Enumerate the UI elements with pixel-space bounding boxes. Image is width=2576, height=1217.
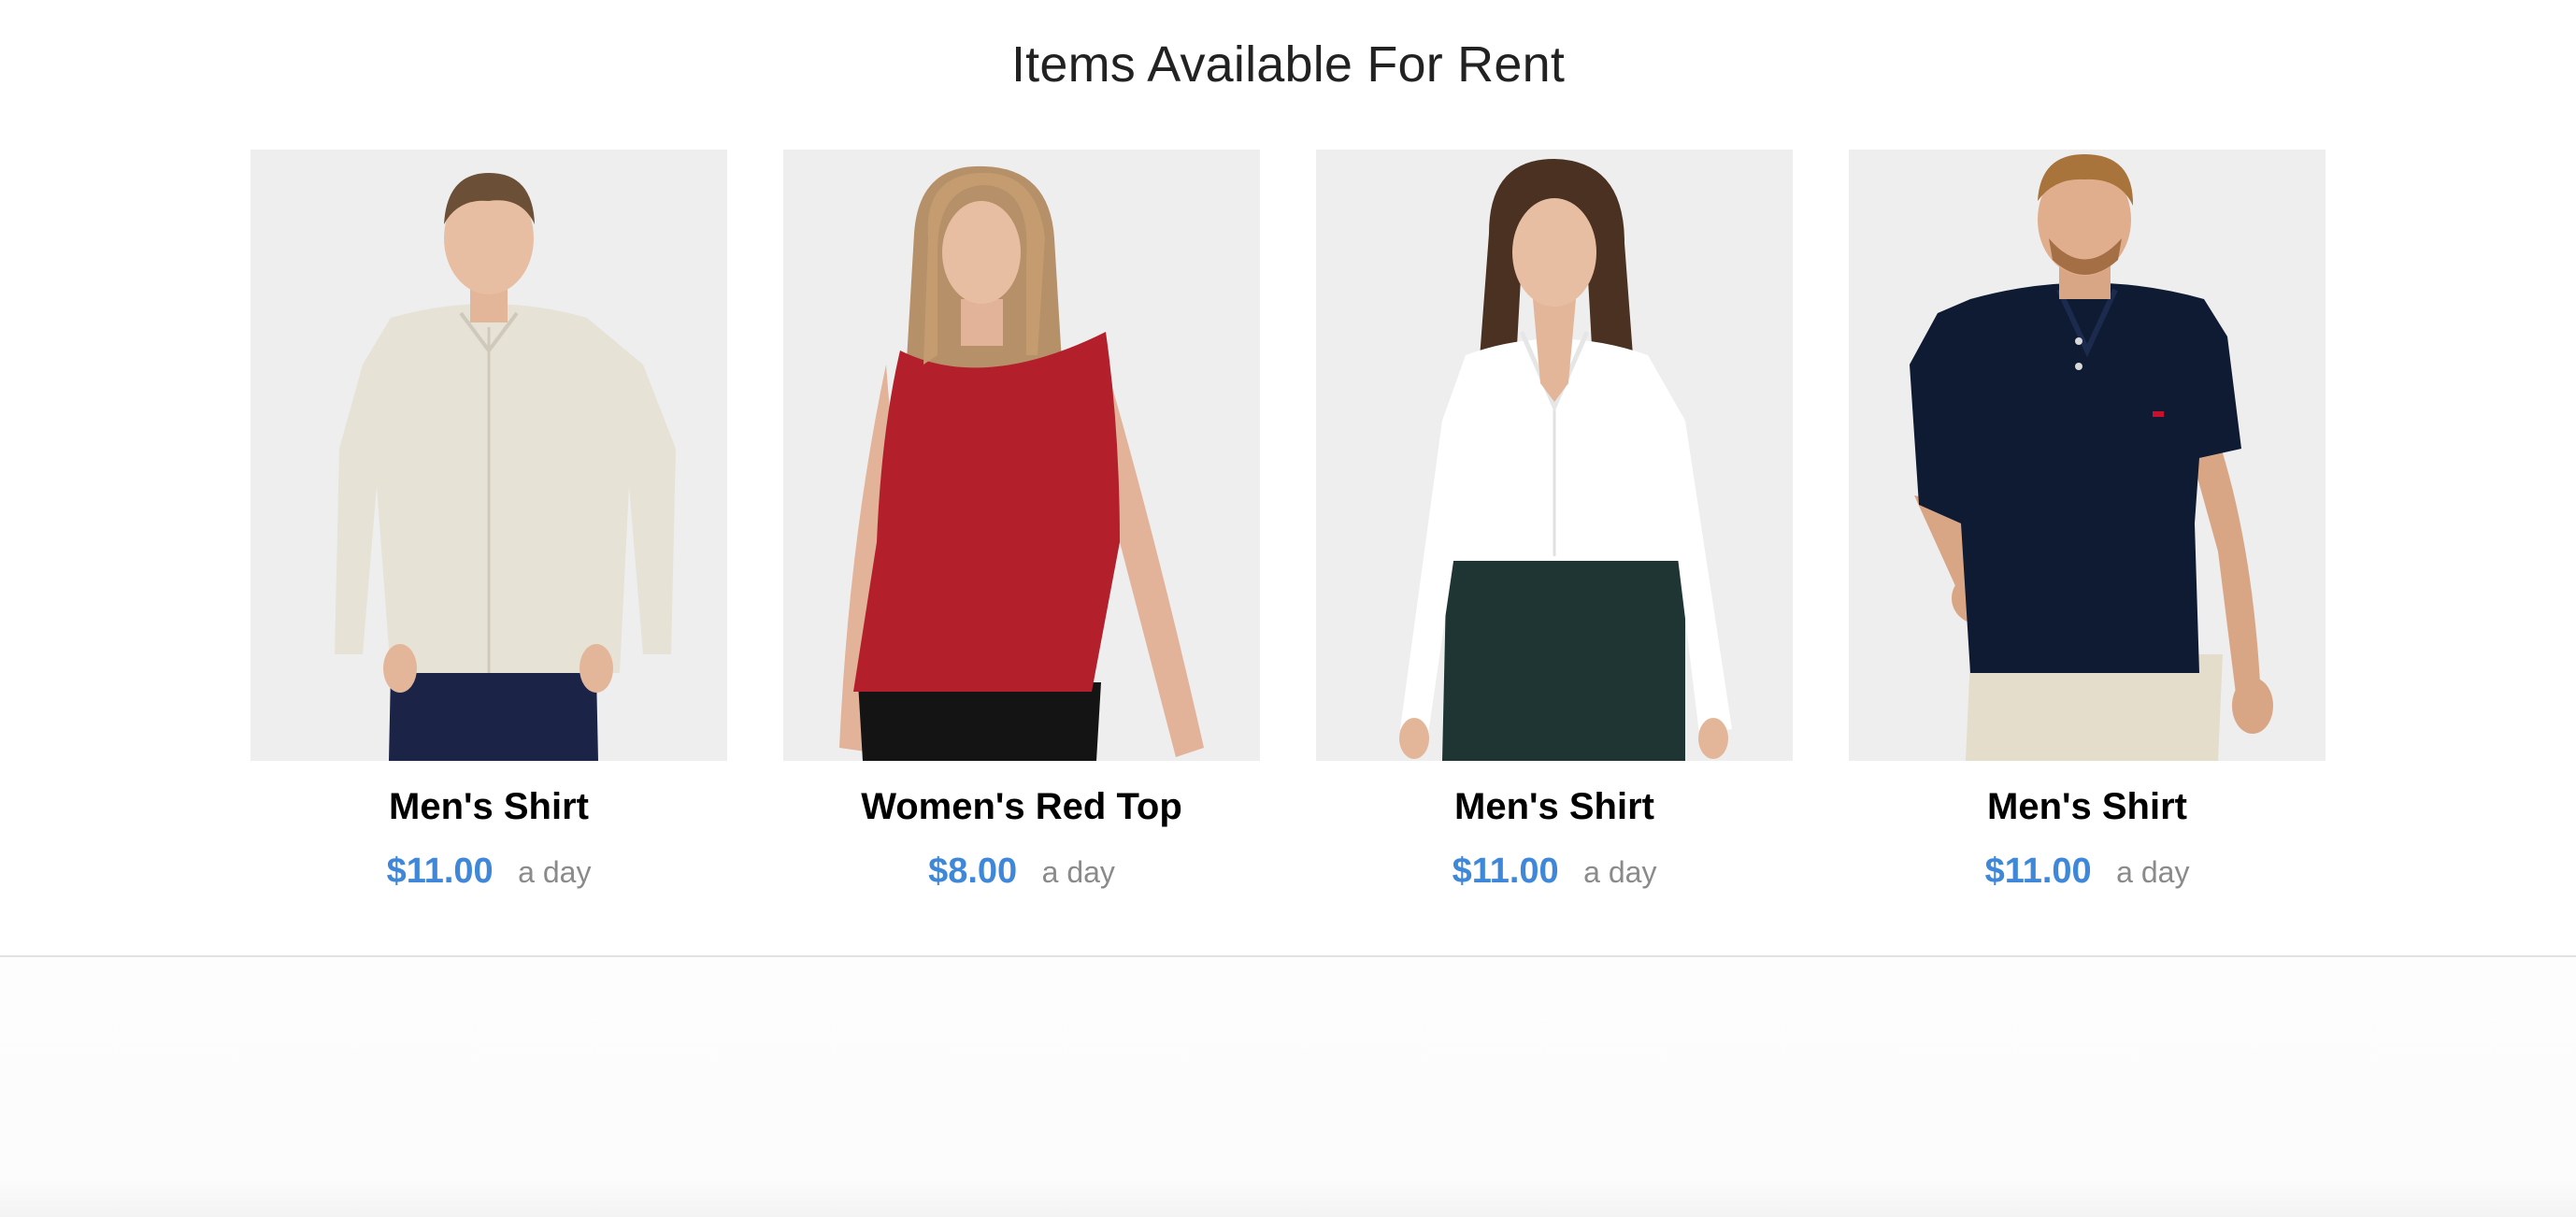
price-unit: a day (1583, 855, 1657, 889)
footer-area (0, 957, 2576, 1217)
product-image (1849, 150, 2326, 761)
product-image (1316, 150, 1793, 761)
woman-in-white-shirt-photo[interactable] (1316, 150, 1793, 761)
price-row: $11.00 a day (250, 849, 727, 894)
product-image (783, 150, 1260, 761)
item-name: Men's Shirt (1454, 786, 1654, 827)
item-card[interactable]: Men's Shirt $11.00 a day (1316, 150, 1793, 916)
price-unit: a day (2116, 855, 2190, 889)
price-unit: a day (1041, 855, 1115, 889)
items-grid: Men's Shirt $11.00 a day Women's Red Top… (250, 150, 2327, 916)
woman-in-red-sleeveless-top-photo[interactable] (783, 150, 1260, 761)
item-price: $11.00 (386, 852, 494, 891)
man-in-navy-polo-photo[interactable] (1849, 150, 2326, 761)
item-name: Men's Shirt (1987, 786, 2187, 827)
price-unit: a day (518, 855, 592, 889)
price-row: $8.00 a day (783, 849, 1260, 894)
item-price: $11.00 (1452, 852, 1559, 891)
item-name: Women's Red Top (861, 786, 1182, 827)
item-card[interactable]: Men's Shirt $11.00 a day (1849, 150, 2326, 916)
item-price: $11.00 (1984, 852, 2092, 891)
man-in-beige-linen-shirt-photo[interactable] (250, 150, 727, 761)
item-card[interactable]: Women's Red Top $8.00 a day (783, 150, 1260, 916)
item-card[interactable]: Men's Shirt $11.00 a day (250, 150, 727, 916)
rental-page: Items Available For Rent Men's Shirt $11… (0, 0, 2576, 1217)
item-price: $8.00 (928, 852, 1018, 891)
product-image (250, 150, 727, 761)
price-row: $11.00 a day (1316, 849, 1793, 894)
item-name: Men's Shirt (389, 786, 589, 827)
page-title: Items Available For Rent (1010, 36, 1566, 93)
price-row: $11.00 a day (1849, 849, 2326, 894)
